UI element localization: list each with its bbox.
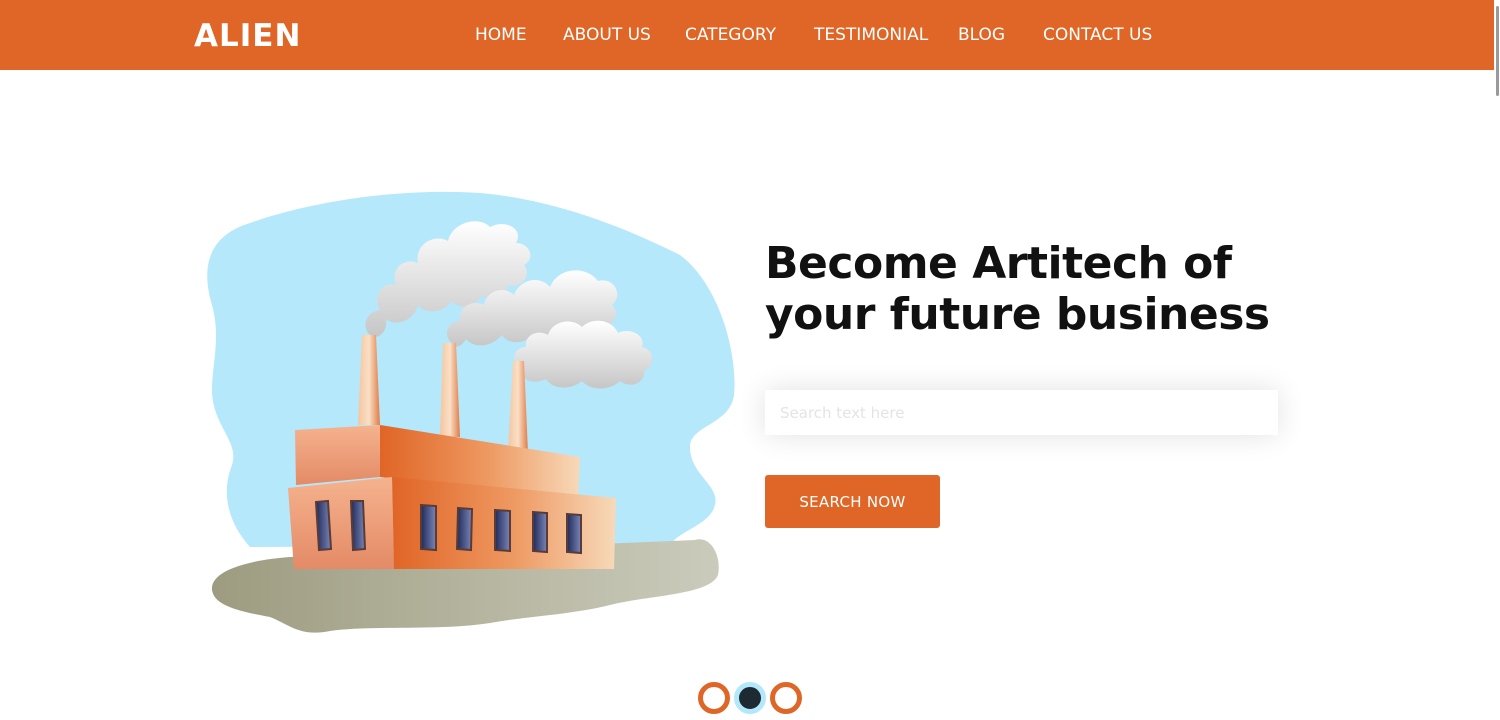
search-input[interactable]	[765, 390, 1278, 435]
hero-title-line-1: Become Artitech of	[765, 238, 1232, 289]
nav-item-category[interactable]: CATEGORY	[685, 24, 776, 46]
nav-item-testimonial[interactable]: TESTIMONIAL	[814, 24, 928, 46]
nav-item-contact-us[interactable]: CONTACT US	[1043, 24, 1152, 46]
factory-lower-side	[288, 477, 394, 569]
slider-dot-3[interactable]	[770, 682, 802, 714]
top-navbar: ALIEN HOME ABOUT US CATEGORY TESTIMONIAL…	[0, 0, 1500, 70]
nav-item-about-us[interactable]: ABOUT US	[563, 24, 651, 46]
main-nav: HOME ABOUT US CATEGORY TESTIMONIAL BLOG …	[0, 0, 1500, 70]
nav-item-blog[interactable]: BLOG	[958, 24, 1005, 46]
nav-item-home[interactable]: HOME	[475, 24, 527, 46]
hero-title: Become Artitech of your future business	[765, 238, 1305, 340]
factory-illustration-icon	[207, 191, 735, 633]
page-scrollbar[interactable]	[1494, 0, 1500, 720]
slider-dot-2-active[interactable]	[734, 682, 766, 714]
factory-upper-side	[295, 425, 380, 485]
hero-title-line-2: your future business	[765, 289, 1270, 340]
slider-dot-1[interactable]	[698, 682, 730, 714]
search-now-button[interactable]: SEARCH NOW	[765, 475, 940, 528]
scrollbar-thumb[interactable]	[1496, 6, 1499, 96]
